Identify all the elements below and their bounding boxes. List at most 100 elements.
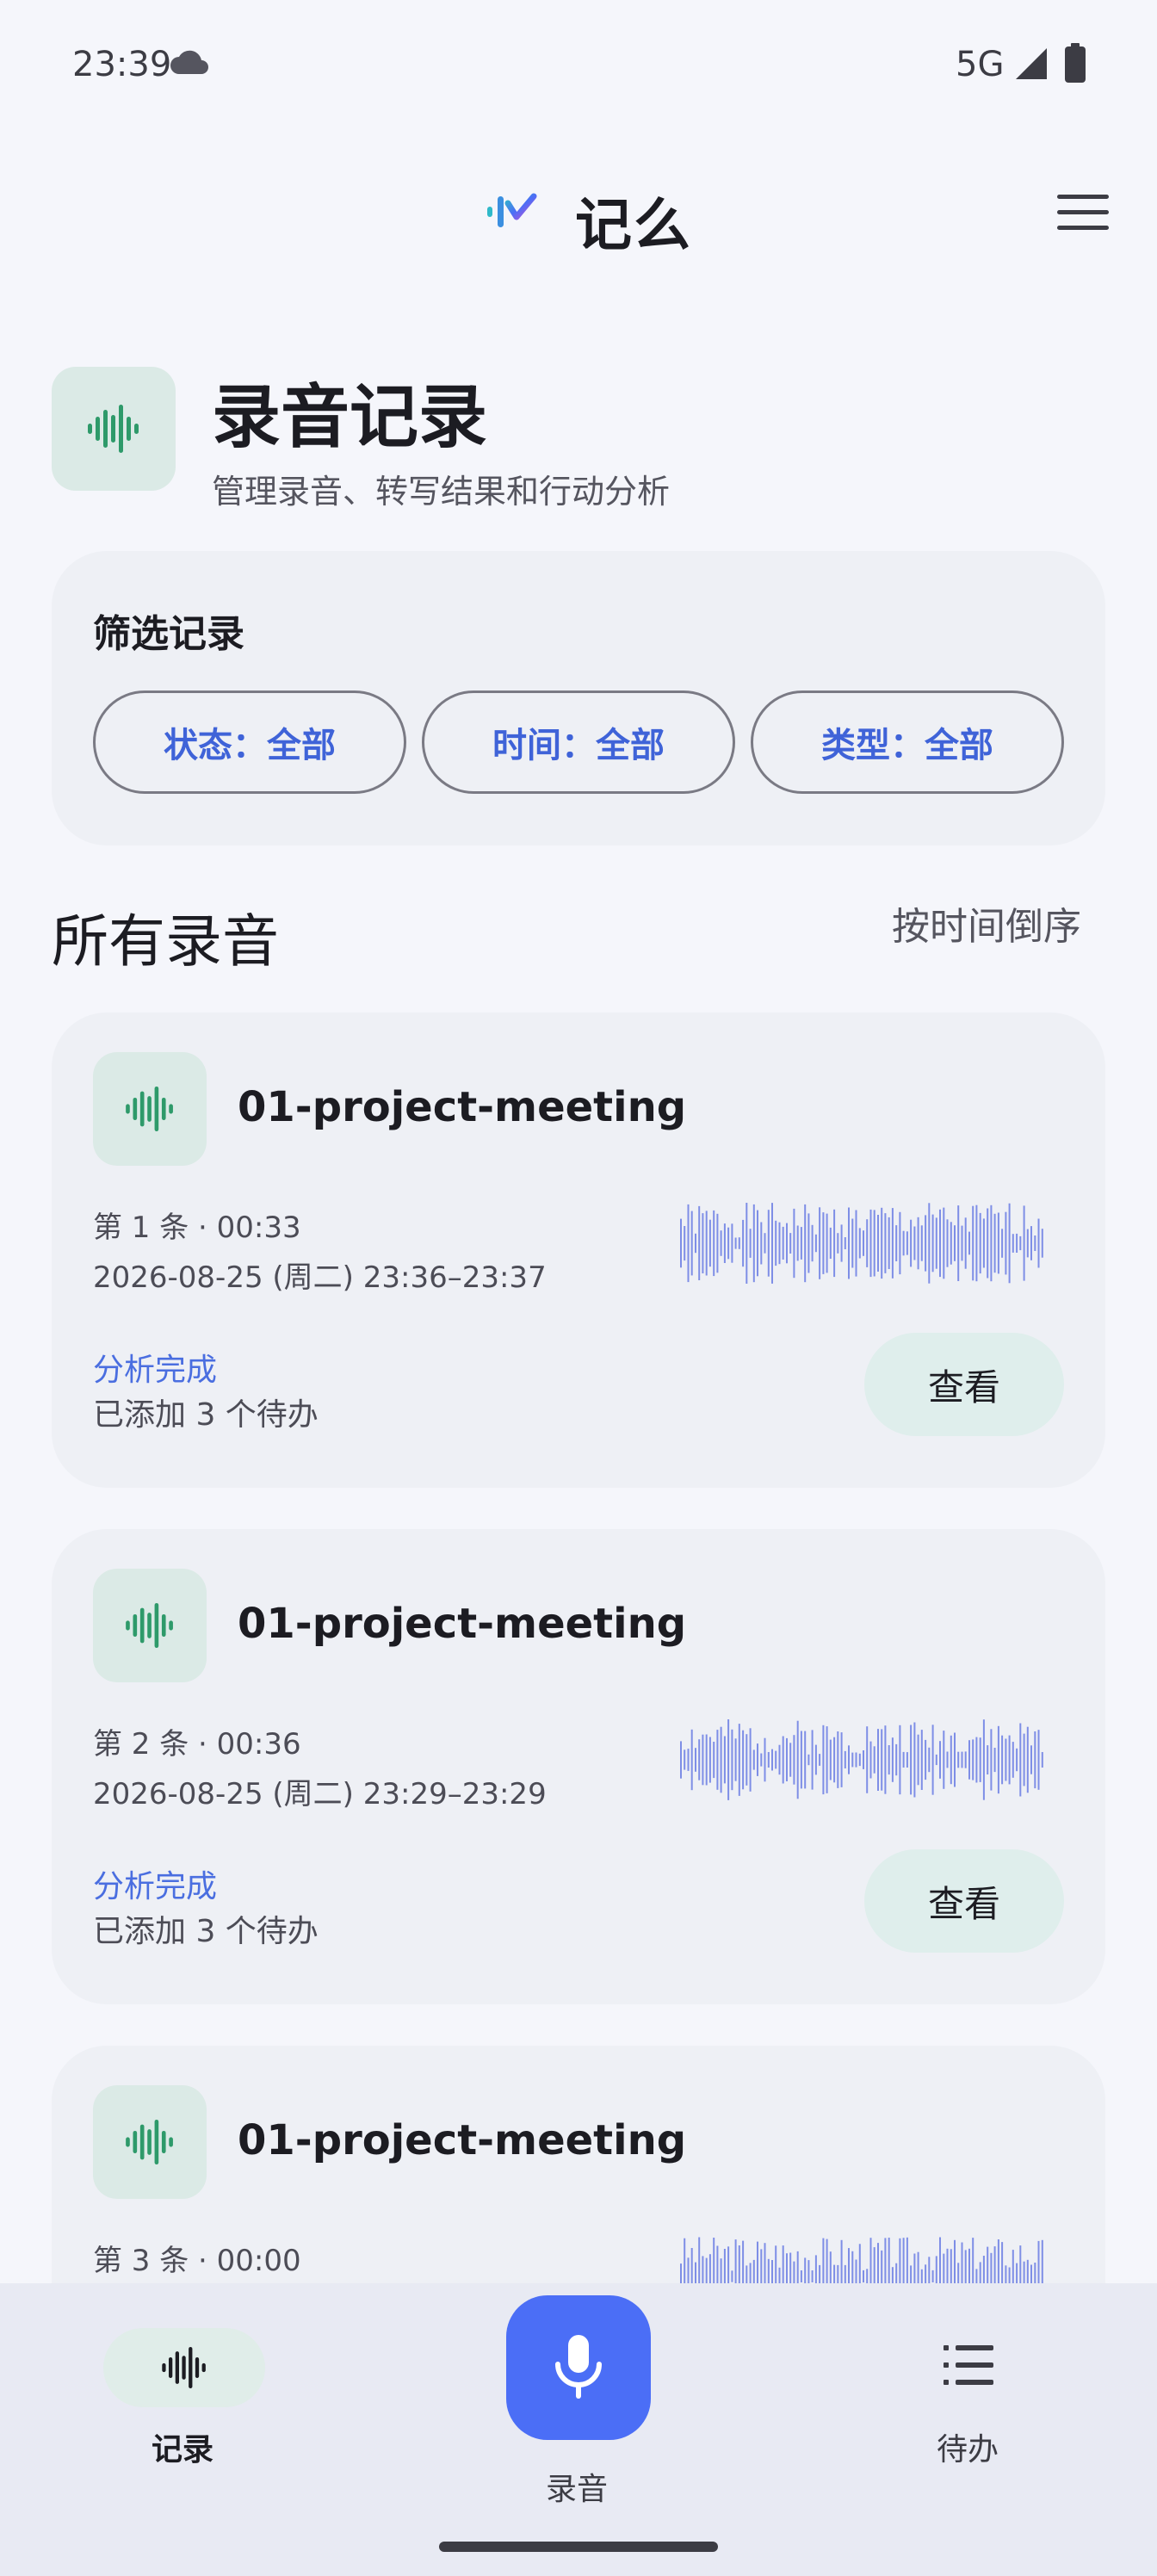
waveform-bar (684, 1226, 686, 1261)
waveform-bar (987, 1208, 989, 1279)
waveform-bar (997, 1725, 999, 1794)
waveform-bar (789, 1233, 792, 1254)
waveform-bar (863, 1750, 864, 1769)
waveform-bar (866, 2269, 869, 2284)
waveform-bar (1041, 1229, 1043, 1258)
waveform-bar (840, 1732, 843, 1787)
sort-order-button[interactable]: 按时间倒序 (892, 895, 1081, 951)
waveform-bar (1008, 1203, 1011, 1284)
waveform-bar (975, 2269, 978, 2284)
waveform-bar (1023, 1733, 1025, 1786)
filter-chip-status[interactable]: 状态：全部 (93, 690, 406, 794)
waveform-bar (822, 1212, 825, 1274)
waveform-bar (778, 1744, 781, 1775)
waveform-bar (778, 1222, 781, 1265)
waveform-bar (727, 1227, 730, 1260)
waveform-bar (869, 1741, 872, 1779)
waveform-bar (1001, 1735, 1004, 1785)
view-button[interactable]: 查看 (864, 1333, 1064, 1436)
waveform-bar (705, 1211, 708, 1276)
waveform-bar (1019, 1235, 1022, 1251)
waveform-bar (895, 1743, 898, 1776)
waveform-bar (1037, 1218, 1040, 1268)
waveform-bar (746, 1203, 748, 1284)
waveform-bar (807, 1213, 810, 1273)
waveform-bar (1030, 1226, 1032, 1260)
waveform-bar (1019, 1723, 1022, 1797)
waveform-bar (844, 1237, 846, 1249)
waveform-bar (968, 1231, 970, 1255)
filter-title: 筛选记录 (93, 612, 244, 656)
recording-datetime: 2026-08-25 (周二) 23:36–23:37 (93, 1260, 547, 1295)
waveform-bar (822, 1725, 825, 1795)
waveform-bar (968, 1740, 970, 1780)
waveform-bar (796, 1225, 799, 1261)
waveform-bar (1012, 1234, 1014, 1253)
waveform-bar (957, 1751, 960, 1768)
page-subtitle: 管理录音、转写结果和行动分析 (212, 473, 671, 511)
filter-chip-time[interactable]: 时间：全部 (422, 690, 735, 794)
nav-todos-label[interactable]: 待办 (937, 2424, 999, 2469)
waveform-bar (760, 1753, 763, 1767)
menu-icon[interactable] (1057, 195, 1109, 231)
waveform-bar (993, 1748, 996, 1773)
list-icon[interactable] (944, 2344, 995, 2387)
waveform-bar (946, 1219, 949, 1267)
waveform-bar (698, 1739, 701, 1780)
recording-datetime: 2026-08-25 (周二) 23:29–23:29 (93, 1777, 547, 1811)
waveform-bar (873, 1210, 875, 1277)
waveform-bar (695, 1748, 696, 1772)
waveform-bar (680, 1218, 682, 1268)
waveform-bar (982, 1218, 985, 1268)
waveform-bar (851, 1218, 854, 1268)
waveform-bar (757, 1743, 758, 1776)
waveform-bar (869, 1209, 872, 1278)
waveform-bar (804, 1204, 807, 1283)
waveform-bar (716, 1730, 719, 1790)
waveform-bar (713, 1742, 715, 1779)
page-waveform-icon (52, 367, 176, 491)
waveform-bar (943, 1731, 945, 1789)
waveform-bar (863, 2269, 864, 2283)
nav-records-label: 记录 (152, 2432, 214, 2468)
filter-chip-type[interactable]: 类型：全部 (751, 690, 1064, 794)
waveform-bar (782, 1736, 784, 1784)
waveform-bar (928, 1747, 931, 1773)
waveform-bar (917, 1734, 919, 1786)
record-button[interactable] (506, 2295, 651, 2440)
waveform-bar (858, 1228, 861, 1259)
waveform-bar (708, 1219, 711, 1267)
waveform-bar (877, 1215, 879, 1272)
nav-records-button[interactable] (103, 2328, 265, 2407)
waveform-bar (840, 1224, 843, 1262)
waveform-bar (775, 1220, 777, 1266)
waveform-bar (789, 1743, 792, 1777)
waveform-bar (920, 2269, 923, 2284)
waveform-bar (687, 1749, 690, 1771)
waveform-bar (906, 1231, 908, 1255)
waveform-bar (1005, 1211, 1007, 1275)
waveform-bar (895, 1225, 898, 1261)
waveform-bar (975, 1737, 978, 1783)
waveform-bar (698, 1205, 701, 1280)
waveform-bar (957, 1205, 960, 1281)
view-button[interactable]: 查看 (864, 1849, 1064, 1953)
waveform-bar (1008, 1735, 1011, 1785)
waveform-bar (848, 1207, 850, 1279)
waveform-bar (742, 1730, 745, 1790)
waveform-bar (931, 1214, 934, 1273)
waveform-bar (771, 1749, 773, 1771)
recording-waveform-icon (93, 2085, 207, 2199)
waveform-bar (833, 1209, 836, 1278)
waveform-bar (767, 1210, 770, 1277)
waveform-icon (88, 405, 139, 453)
waveform-bar (720, 1726, 722, 1793)
waveform-bar (920, 1730, 923, 1790)
waveform-bar (1037, 1730, 1040, 1790)
waveform-bar (979, 1212, 981, 1274)
waveform-bar (877, 1729, 879, 1791)
waveform-bar (873, 1746, 875, 1774)
waveform-bar (690, 1211, 693, 1276)
waveform-bar (939, 1741, 941, 1779)
waveform-bar (800, 1227, 802, 1260)
